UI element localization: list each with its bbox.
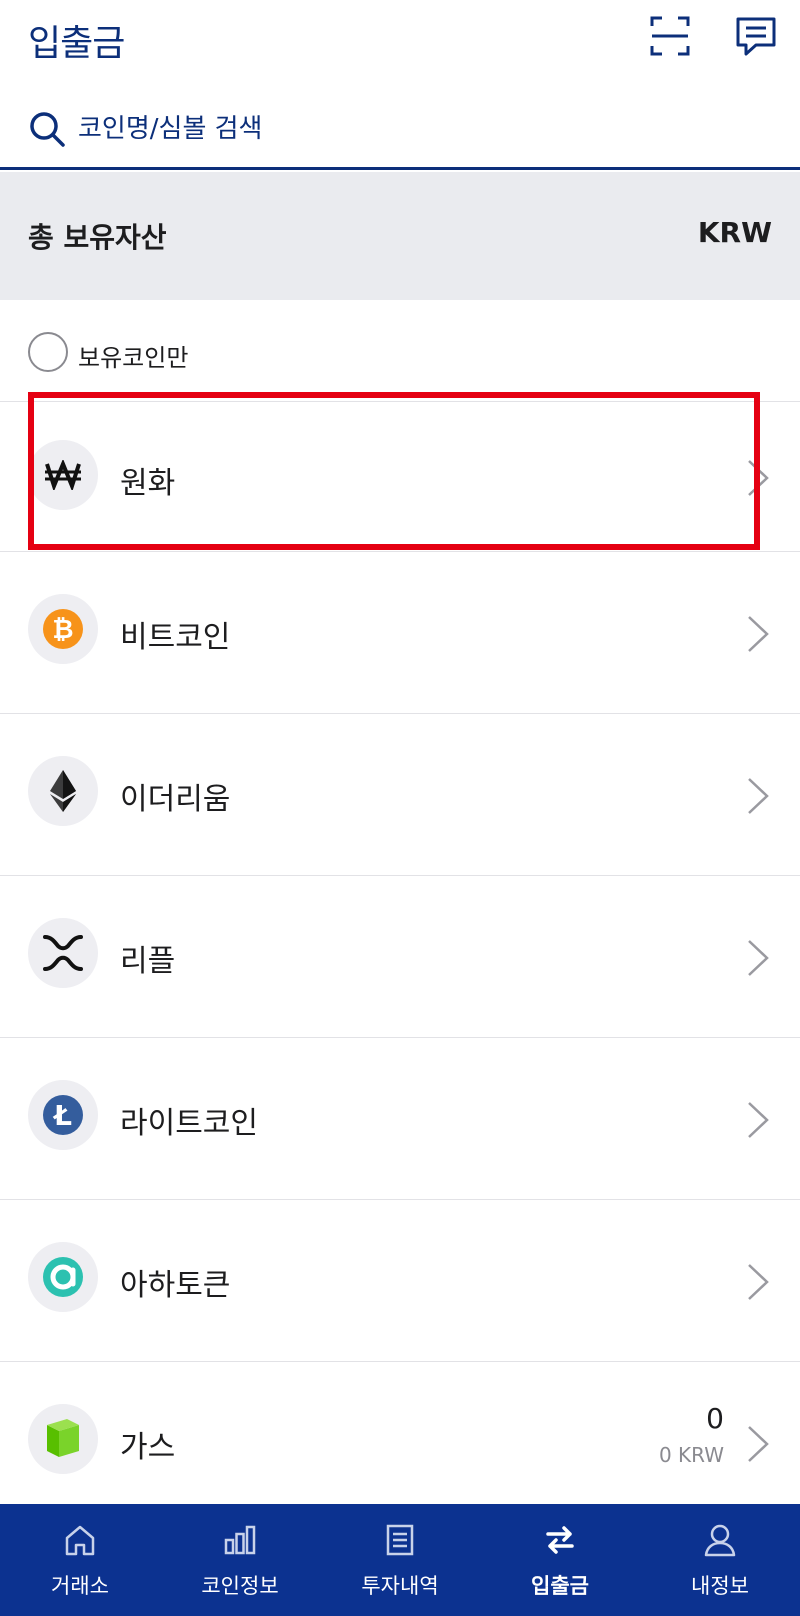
home-icon xyxy=(62,1522,98,1558)
held-coins-filter[interactable]: 보유코인만 xyxy=(0,300,800,402)
coin-row-litecoin[interactable]: Ł 라이트코인 xyxy=(0,1038,800,1200)
coin-name: 비트코인 xyxy=(120,620,231,655)
page-title: 입출금 xyxy=(28,23,125,64)
scan-icon[interactable] xyxy=(648,14,692,58)
tab-exchange[interactable]: 거래소 xyxy=(0,1504,160,1616)
coin-name: 이더리움 xyxy=(120,782,231,817)
search-icon xyxy=(28,110,66,148)
coin-balance: 0 0 KRW xyxy=(659,1402,724,1467)
chevron-right-icon xyxy=(746,1100,770,1140)
svg-text:Ł: Ł xyxy=(52,1099,72,1132)
chevron-right-icon xyxy=(746,1262,770,1302)
currency-unit: KRW xyxy=(697,216,772,249)
total-assets-label: 총 보유자산 xyxy=(28,221,167,254)
coin-name: 리플 xyxy=(120,944,176,979)
balance-amount: 0 xyxy=(706,1402,724,1435)
search-input[interactable] xyxy=(78,108,678,150)
coin-row-krw[interactable]: 원화 xyxy=(0,402,800,552)
tab-label: 거래소 xyxy=(51,1574,109,1598)
tab-label: 내정보 xyxy=(691,1574,749,1598)
coin-name: 원화 xyxy=(120,466,176,501)
balance-krw: 0 KRW xyxy=(658,1443,724,1467)
total-assets-summary: 총 보유자산 KRW xyxy=(0,172,800,300)
user-icon xyxy=(702,1522,738,1558)
document-icon xyxy=(382,1522,418,1558)
app-header: 입출금 xyxy=(0,0,800,170)
chevron-right-icon xyxy=(746,938,770,978)
coin-row-gas[interactable]: 가스 0 0 KRW xyxy=(0,1362,800,1524)
held-coins-radio[interactable] xyxy=(28,332,68,372)
coin-name: 라이트코인 xyxy=(120,1106,258,1141)
bitcoin-icon: ₿ xyxy=(28,594,98,664)
tab-coin-info[interactable]: 코인정보 xyxy=(160,1504,320,1616)
coin-list: 원화 ₿ 비트코인 이더리움 리플 Ł 라이트코인 아하토큰 가스 0 0 KR… xyxy=(0,402,800,1524)
aha-token-icon xyxy=(28,1242,98,1312)
chart-icon xyxy=(222,1522,258,1558)
tab-deposit-withdrawal[interactable]: 입출금 xyxy=(480,1504,640,1616)
litecoin-icon: Ł xyxy=(28,1080,98,1150)
tab-label: 코인정보 xyxy=(201,1574,279,1598)
chevron-right-icon xyxy=(746,776,770,816)
svg-text:₿: ₿ xyxy=(52,615,73,645)
coin-row-aha-token[interactable]: 아하토큰 xyxy=(0,1200,800,1362)
coin-name: 아하토큰 xyxy=(120,1268,231,1303)
coin-row-ethereum[interactable]: 이더리움 xyxy=(0,714,800,876)
gas-icon xyxy=(28,1404,98,1474)
chat-icon[interactable] xyxy=(734,14,778,58)
tab-label: 투자내역 xyxy=(361,1574,439,1598)
tab-label: 입출금 xyxy=(531,1574,589,1598)
coin-row-bitcoin[interactable]: ₿ 비트코인 xyxy=(0,552,800,714)
chevron-right-icon xyxy=(746,458,770,498)
ripple-icon xyxy=(28,918,98,988)
bottom-tab-bar: 거래소 코인정보 투자내역 입출금 내정보 xyxy=(0,1504,800,1616)
chevron-right-icon xyxy=(746,614,770,654)
tab-my-info[interactable]: 내정보 xyxy=(640,1504,800,1616)
search-bar xyxy=(0,100,800,170)
held-coins-label: 보유코인만 xyxy=(78,344,189,372)
tab-investment-history[interactable]: 투자내역 xyxy=(320,1504,480,1616)
coin-row-ripple[interactable]: 리플 xyxy=(0,876,800,1038)
coin-name: 가스 xyxy=(120,1430,176,1465)
ethereum-icon xyxy=(28,756,98,826)
won-icon xyxy=(28,440,98,510)
transfer-icon xyxy=(542,1522,578,1558)
chevron-right-icon xyxy=(746,1424,770,1464)
